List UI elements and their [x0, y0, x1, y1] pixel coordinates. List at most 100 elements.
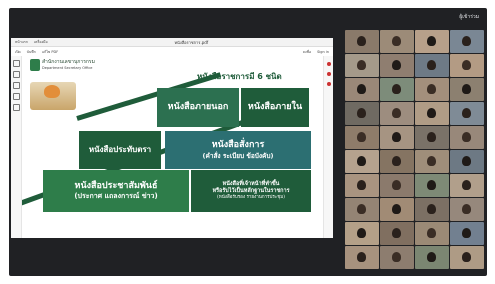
participant-tile[interactable] — [345, 126, 379, 149]
participant-video — [392, 180, 401, 190]
participant-tile[interactable] — [450, 54, 484, 77]
participant-tile[interactable] — [380, 246, 414, 269]
participant-video — [357, 156, 366, 166]
participant-tile[interactable] — [345, 222, 379, 245]
box-stamp-letter: หนังสือประทับตรา — [79, 131, 161, 169]
participant-tile[interactable] — [415, 222, 449, 245]
box-stamp-label: หนังสือประทับตรา — [88, 145, 152, 154]
participant-tile[interactable] — [380, 198, 414, 221]
highlight-icon[interactable] — [12, 82, 20, 89]
org-logo — [30, 59, 40, 71]
participant-tile[interactable] — [345, 102, 379, 125]
org-header: สำนักงานเลขานุการกรม Department Secretar… — [42, 59, 95, 71]
participant-tile[interactable] — [450, 198, 484, 221]
participant-tile[interactable] — [415, 174, 449, 197]
participant-tile[interactable] — [450, 126, 484, 149]
comment-icon[interactable] — [12, 71, 20, 78]
participant-tile[interactable] — [380, 54, 414, 77]
participant-tile[interactable] — [415, 246, 449, 269]
toolbar-save[interactable]: บันทึก — [27, 49, 36, 55]
pdf-left-tools — [11, 56, 22, 238]
toolbar-open[interactable]: เปิด — [15, 49, 21, 55]
box-external-letter: หนังสือภายนอก — [157, 88, 239, 127]
participant-tile[interactable] — [345, 174, 379, 197]
participant-tile[interactable] — [380, 30, 414, 53]
participant-tile[interactable] — [450, 222, 484, 245]
participant-tile[interactable] — [380, 78, 414, 101]
participant-video — [462, 132, 471, 142]
sign-in-button[interactable]: Sign in — [317, 50, 329, 54]
share-icon[interactable] — [326, 82, 331, 86]
box-evidence-sub: (หนังสือรับรอง รายงานการประชุม) — [217, 195, 285, 201]
draw-icon[interactable] — [12, 93, 20, 100]
participant-video — [427, 204, 436, 214]
pdf-tool-icon[interactable] — [326, 62, 331, 66]
participant-video — [357, 108, 366, 118]
text-icon[interactable] — [12, 104, 20, 111]
participant-video — [392, 228, 401, 238]
participant-tile[interactable] — [345, 246, 379, 269]
menu-home[interactable]: หน้าแรก — [15, 39, 28, 45]
participant-video — [427, 84, 436, 94]
participant-tile[interactable] — [380, 150, 414, 173]
participant-video — [427, 36, 436, 46]
participant-video — [462, 180, 471, 190]
participant-video — [427, 108, 436, 118]
pdf-right-tools — [323, 56, 333, 238]
participant-tile[interactable] — [345, 198, 379, 221]
participant-video — [462, 108, 471, 118]
participant-tile[interactable] — [450, 78, 484, 101]
participant-tile[interactable] — [415, 30, 449, 53]
participant-video — [357, 84, 366, 94]
participant-video — [462, 36, 471, 46]
pdf-menu-bar: หน้าแรก เครื่องมือ หนังสือราชการ.pdf — [11, 38, 333, 47]
participant-tile[interactable] — [415, 54, 449, 77]
participant-tile[interactable] — [415, 102, 449, 125]
box-pr-letter: หนังสือประชาสัมพันธ์ (ประกาศ แถลงการณ์ ข… — [43, 170, 189, 212]
participant-video — [462, 228, 471, 238]
participant-video — [357, 132, 366, 142]
box-order-title: หนังสือสั่งการ — [211, 140, 265, 151]
participant-tile[interactable] — [450, 150, 484, 173]
participant-tile[interactable] — [380, 222, 414, 245]
participant-tile[interactable] — [345, 150, 379, 173]
participant-tile[interactable] — [415, 78, 449, 101]
participant-tile[interactable] — [415, 198, 449, 221]
participant-tile[interactable] — [380, 102, 414, 125]
participant-tile[interactable] — [345, 78, 379, 101]
participant-video — [392, 204, 401, 214]
participant-video — [427, 228, 436, 238]
participant-video — [462, 252, 471, 262]
participant-video — [462, 156, 471, 166]
box-internal-letter: หนังสือภายใน — [241, 88, 309, 127]
participant-video — [462, 60, 471, 70]
select-icon[interactable] — [12, 60, 20, 67]
menu-tools[interactable]: เครื่องมือ — [34, 39, 48, 45]
slide: สำนักงานเลขานุการกรม Department Secretar… — [22, 56, 323, 236]
participant-tile[interactable] — [450, 174, 484, 197]
participant-video — [392, 84, 401, 94]
participant-tile[interactable] — [450, 102, 484, 125]
box-pr-title: หนังสือประชาสัมพันธ์ — [74, 181, 158, 191]
participant-tile[interactable] — [345, 30, 379, 53]
participant-video — [462, 204, 471, 214]
participant-tile[interactable] — [450, 246, 484, 269]
participant-tile[interactable] — [415, 126, 449, 149]
participant-tile[interactable] — [380, 174, 414, 197]
participant-grid — [345, 30, 485, 269]
participant-video — [357, 36, 366, 46]
box-evidence-letter: หนังสือที่เจ้าหน้าที่ทำขึ้น หรือรับไว้เป… — [191, 170, 311, 212]
participant-tile[interactable] — [450, 30, 484, 53]
pdf-file-title: หนังสือราชการ.pdf — [174, 39, 209, 45]
toolbar-edit[interactable]: แก้ไข PDF — [42, 49, 58, 55]
toolbar-sign[interactable]: ลงชื่อ — [303, 49, 311, 55]
export-icon[interactable] — [326, 72, 331, 76]
participant-video — [357, 204, 366, 214]
box-internal-label: หนังสือภายใน — [247, 101, 303, 112]
participant-tile[interactable] — [380, 126, 414, 149]
participant-tile[interactable] — [415, 150, 449, 173]
participant-tile[interactable] — [345, 54, 379, 77]
participant-video — [392, 132, 401, 142]
meeting-top-label: ผู้เข้าร่วม — [459, 14, 479, 20]
box-order-letter: หนังสือสั่งการ (คำสั่ง ระเบียบ ข้อบังคับ… — [165, 131, 311, 169]
